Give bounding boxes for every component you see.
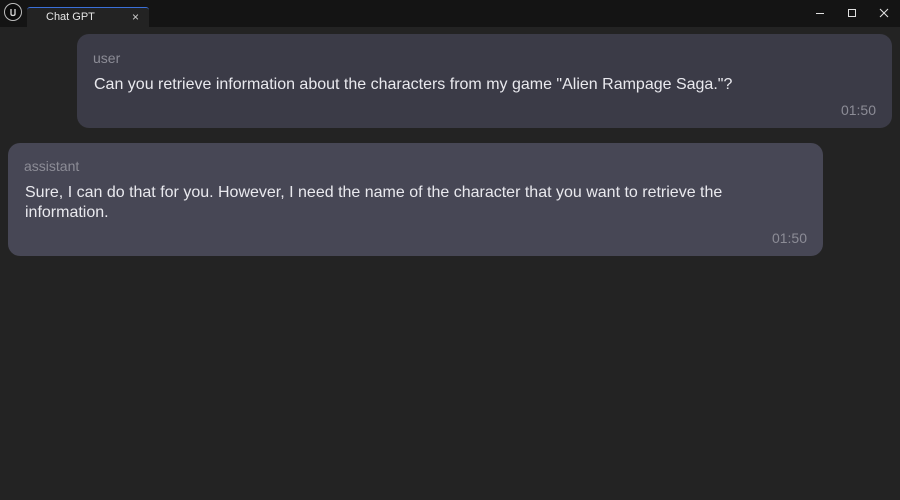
maximize-button[interactable]: [837, 0, 867, 26]
close-window-button[interactable]: [869, 0, 899, 26]
tab-chat-gpt[interactable]: Chat GPT ×: [27, 7, 149, 27]
message-text: Can you retrieve information about the c…: [94, 76, 733, 93]
assistant-message-bubble: assistant Sure, I can do that for you. H…: [8, 143, 823, 256]
message-role-label: user: [93, 50, 121, 66]
tab-close-icon[interactable]: ×: [132, 10, 139, 24]
message-role-label: assistant: [24, 158, 80, 174]
close-icon: [879, 8, 889, 18]
title-bar: Chat GPT ×: [0, 0, 900, 27]
message-timestamp: 01:50: [771, 230, 807, 246]
unreal-logo-icon[interactable]: [4, 3, 22, 21]
message-text: Sure, I can do that for you. However, I …: [25, 184, 723, 221]
maximize-icon: [848, 9, 856, 17]
tab-label: Chat GPT: [46, 11, 95, 23]
minimize-icon: [816, 13, 824, 14]
user-message-bubble: user Can you retrieve information about …: [77, 34, 892, 128]
message-timestamp: 01:50: [840, 102, 876, 118]
minimize-button[interactable]: [805, 0, 835, 26]
